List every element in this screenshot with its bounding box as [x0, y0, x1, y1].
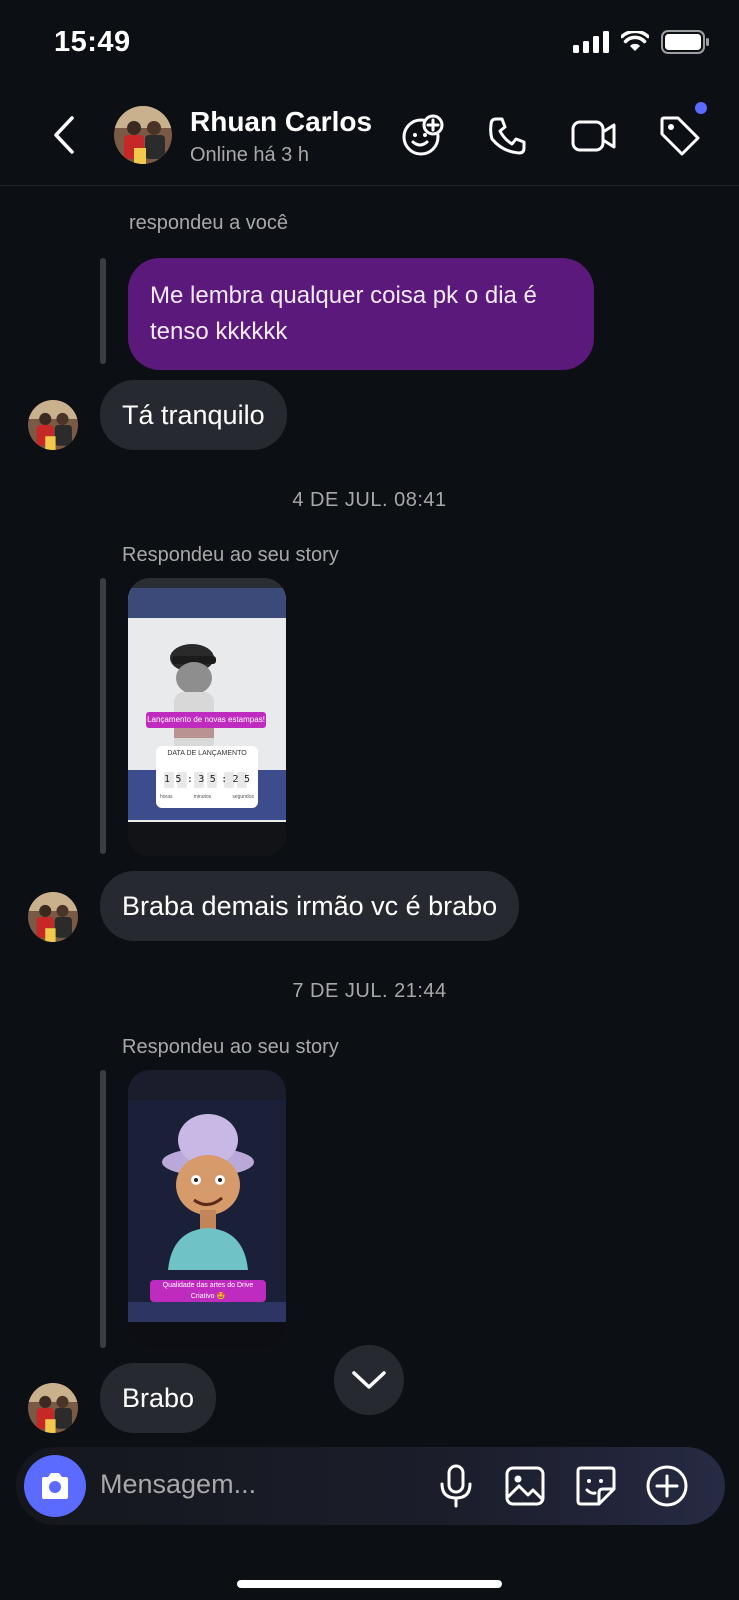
reply-bar [100, 1070, 106, 1348]
countdown-digit: 5 [243, 774, 250, 785]
tag-icon [660, 116, 700, 156]
sticker-add-icon [402, 114, 444, 156]
story-reply-label: Respondeu ao seu story [122, 544, 339, 566]
camera-icon [42, 1473, 68, 1499]
back-button[interactable] [44, 110, 84, 160]
countdown-unit: minutos [193, 794, 212, 800]
story-sticker-text: Qualidade das artes do Drive Criativo 🤩 [162, 1282, 254, 1300]
plus-icon [646, 1465, 688, 1507]
sticker-add-button[interactable] [398, 112, 446, 160]
gallery-button[interactable] [501, 1462, 549, 1510]
reply-bar [100, 578, 106, 854]
home-indicator [237, 1580, 502, 1588]
back-icon [54, 116, 74, 154]
tag-button[interactable] [656, 112, 704, 160]
voice-message-button[interactable] [432, 1462, 480, 1510]
sticker-button[interactable] [572, 1462, 620, 1510]
chevron-down-icon [352, 1371, 386, 1389]
more-options-button[interactable] [643, 1462, 691, 1510]
countdown-sep: : [221, 774, 228, 785]
status-time: 15:49 [54, 26, 131, 58]
countdown-digit: 5 [175, 774, 182, 785]
call-button[interactable] [484, 112, 532, 160]
countdown-digits: 1 5 : 3 5 : 2 5 [164, 774, 250, 785]
wifi-icon [621, 31, 649, 51]
video-icon [571, 120, 616, 152]
scroll-to-bottom-button[interactable] [334, 1345, 404, 1415]
date-separator: 4 DE JUL. 08:41 [292, 489, 447, 511]
story-thumbnail[interactable]: Lançamento de novas estampas! DATA DE LA… [128, 578, 286, 856]
countdown-unit: segundos [232, 794, 254, 800]
countdown-unit: horas [160, 794, 173, 800]
countdown-digit: 5 [209, 774, 216, 785]
outgoing-message[interactable]: Me lembra qualquer coisa pk o dia é tens… [128, 258, 594, 370]
message-input[interactable]: Mensagem... [100, 1469, 256, 1500]
sender-avatar[interactable] [28, 1383, 78, 1433]
phone-icon [489, 117, 526, 155]
signal-icon [573, 31, 609, 53]
incoming-message[interactable]: Brabo [100, 1363, 217, 1433]
notification-dot [695, 102, 707, 114]
countdown-title: DATA DE LANÇAMENTO [167, 750, 247, 757]
gallery-icon [505, 1466, 545, 1506]
camera-button[interactable] [24, 1455, 86, 1517]
countdown-digit: 3 [198, 774, 205, 785]
story-image [128, 1070, 286, 1348]
battery-icon [661, 30, 709, 54]
countdown-sep: : [186, 774, 193, 785]
contact-status: Online há 3 h [190, 144, 309, 166]
story-reply-label: Respondeu ao seu story [122, 1036, 339, 1058]
sender-avatar[interactable] [28, 892, 78, 942]
microphone-icon [440, 1464, 472, 1508]
countdown-units: horas minutos segundos [160, 794, 254, 800]
status-icons [573, 30, 709, 54]
date-separator: 7 DE JUL. 21:44 [292, 980, 447, 1002]
sticker-icon [576, 1466, 616, 1506]
incoming-message[interactable]: Braba demais irmão vc é brabo [100, 871, 520, 941]
countdown-digit: 1 [164, 774, 171, 785]
sender-avatar[interactable] [28, 400, 78, 450]
reply-bar [100, 258, 106, 364]
video-call-button[interactable] [570, 112, 618, 160]
story-thumbnail[interactable]: Qualidade das artes do Drive Criativo 🤩 [128, 1070, 286, 1348]
countdown-digit: 2 [232, 774, 239, 785]
contact-name[interactable]: Rhuan Carlos [190, 106, 372, 138]
reply-label: respondeu a você [129, 212, 289, 234]
contact-avatar[interactable] [114, 106, 172, 164]
story-sticker-text: Lançamento de novas estampas! [147, 715, 265, 724]
incoming-message[interactable]: Tá tranquilo [100, 380, 287, 450]
